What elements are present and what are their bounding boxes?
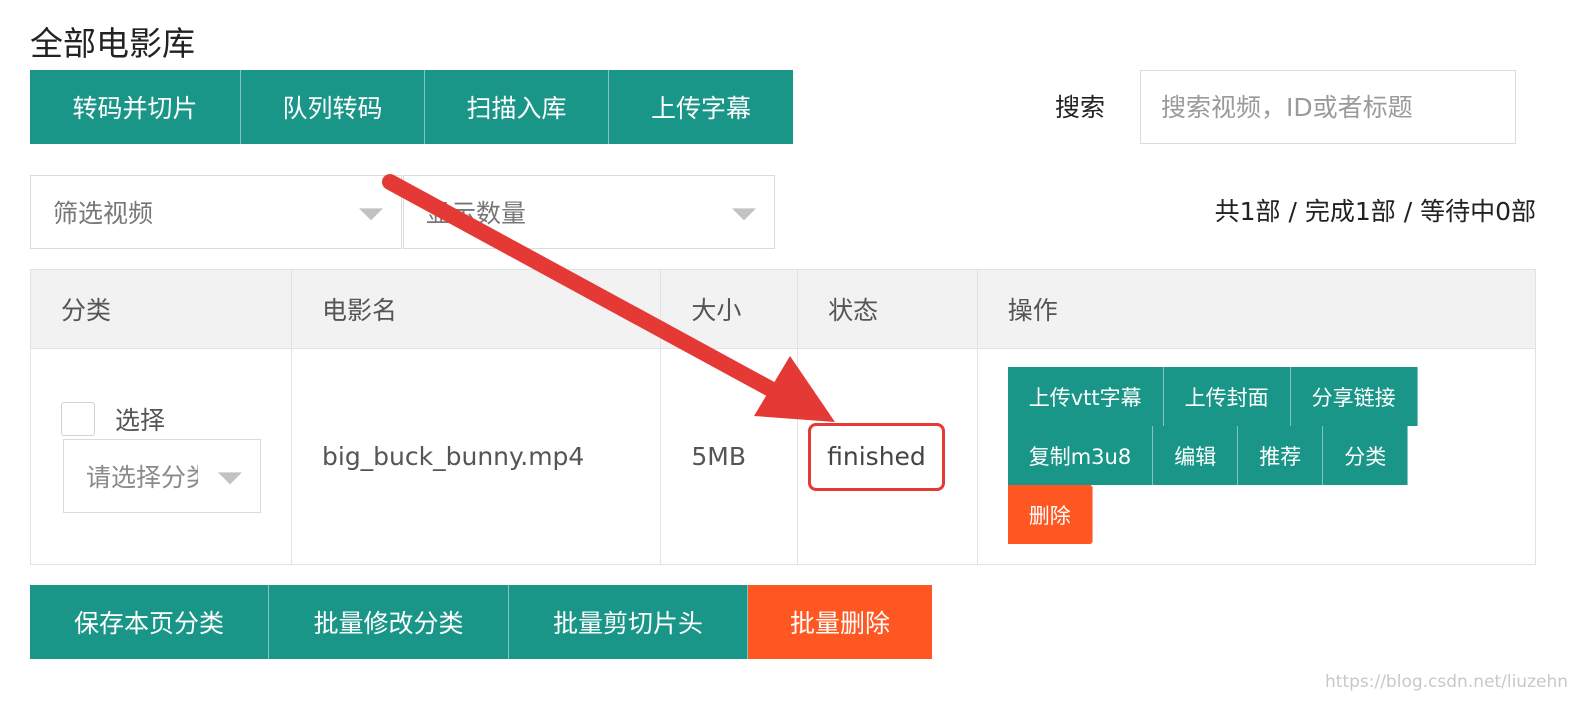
copy-m3u8-button[interactable]: 复制m3u8 — [1007, 426, 1154, 485]
header-actions: 操作 — [976, 269, 1537, 349]
save-category-button[interactable]: 保存本页分类 — [30, 585, 269, 659]
queue-transcode-button[interactable]: 队列转码 — [241, 70, 425, 144]
header-movie-name: 电影名 — [290, 269, 662, 349]
transcode-slice-button[interactable]: 转码并切片 — [30, 70, 241, 144]
caret-down-icon — [359, 208, 383, 221]
category-cell: 选择 请选择分类 — [30, 348, 292, 565]
edit-button[interactable]: 编辑 — [1153, 426, 1239, 485]
caret-down-icon — [218, 471, 242, 484]
page-title: 全部电影库 — [30, 24, 195, 63]
movie-name-cell: big_buck_bunny.mp4 — [290, 348, 662, 565]
upload-subtitle-button[interactable]: 上传字幕 — [609, 70, 793, 144]
select-checkbox[interactable] — [61, 401, 95, 436]
header-category: 分类 — [30, 269, 292, 349]
batch-delete-button[interactable]: 批量删除 — [748, 585, 932, 659]
size-cell: 5MB — [660, 348, 799, 565]
header-size: 大小 — [660, 269, 799, 349]
upload-cover-button[interactable]: 上传封面 — [1163, 367, 1291, 426]
share-link-button[interactable]: 分享链接 — [1290, 367, 1418, 426]
search-label: 搜索 — [1055, 93, 1106, 122]
actions-cell: 上传vtt字幕 上传封面 分享链接 复制m3u8 编辑 推荐 分类 删除 — [976, 348, 1537, 565]
filter-video-select[interactable]: 筛选视频 — [30, 175, 402, 249]
category-select[interactable]: 请选择分类 — [63, 438, 261, 513]
summary-stats: 共1部 / 完成1部 / 等待中0部 — [1214, 197, 1536, 226]
table-header-row: 分类 电影名 大小 状态 操作 — [30, 269, 1537, 349]
batch-edit-category-button[interactable]: 批量修改分类 — [269, 585, 509, 659]
select-label: 选择 — [115, 405, 166, 435]
category-button[interactable]: 分类 — [1323, 426, 1409, 485]
select-row: 选择 — [61, 401, 261, 437]
top-toolbar: 转码并切片 队列转码 扫描入库 上传字幕 — [30, 70, 793, 144]
display-count-select[interactable]: 显示数量 — [403, 175, 775, 249]
recommend-button[interactable]: 推荐 — [1238, 426, 1324, 485]
table-row: 选择 请选择分类 big_buck_bunny.mp4 5MB finished… — [30, 348, 1537, 565]
search-input[interactable] — [1140, 70, 1516, 144]
header-status: 状态 — [797, 269, 978, 349]
status-badge: finished — [808, 422, 945, 491]
watermark: https://blog.csdn.net/liuzehn — [1325, 672, 1568, 692]
upload-vtt-button[interactable]: 上传vtt字幕 — [1007, 367, 1164, 426]
delete-button[interactable]: 删除 — [1007, 485, 1093, 544]
batch-trim-head-button[interactable]: 批量剪切片头 — [509, 585, 748, 659]
display-count-value: 显示数量 — [426, 199, 527, 228]
bottom-toolbar: 保存本页分类 批量修改分类 批量剪切片头 批量删除 — [30, 585, 932, 659]
category-select-value: 请选择分类 — [86, 462, 198, 492]
movie-table: 分类 电影名 大小 状态 操作 选择 请选择分类 big_buck_bunny.… — [30, 269, 1537, 565]
row-actions: 上传vtt字幕 上传封面 分享链接 复制m3u8 编辑 推荐 分类 删除 — [1007, 367, 1448, 544]
filter-video-value: 筛选视频 — [53, 199, 154, 228]
scan-import-button[interactable]: 扫描入库 — [425, 70, 609, 144]
status-cell: finished — [797, 348, 978, 565]
caret-down-icon — [732, 208, 756, 221]
